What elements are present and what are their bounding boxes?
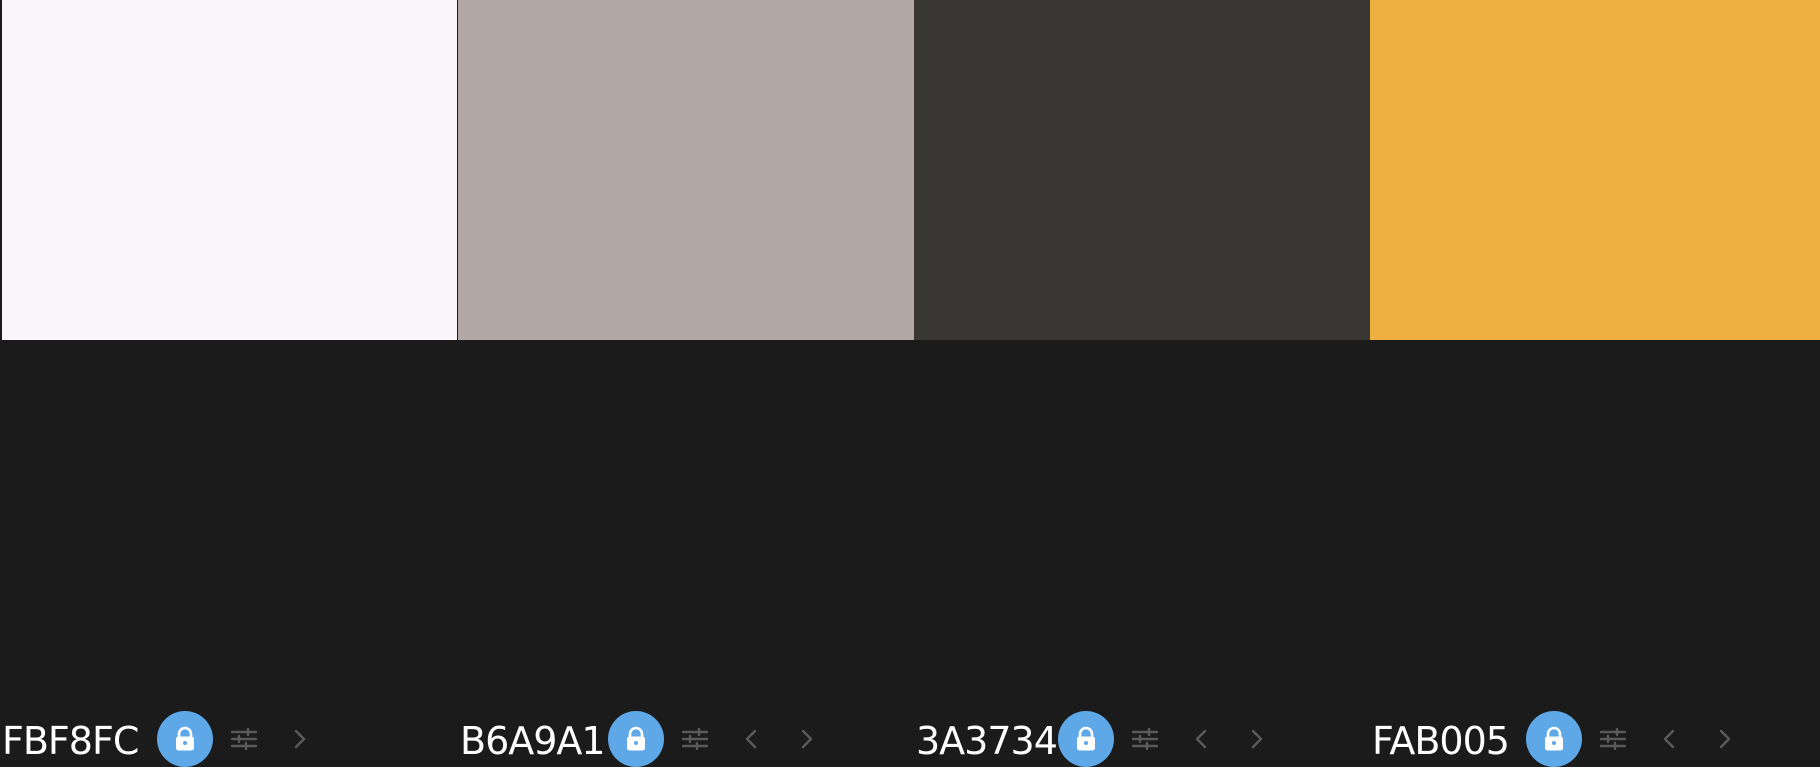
color-swatch[interactable] xyxy=(2,0,457,340)
lock-icon xyxy=(1077,726,1095,751)
adjust-button[interactable] xyxy=(1129,723,1161,755)
move-left-button[interactable] xyxy=(735,723,767,755)
chevron-left-icon xyxy=(1195,729,1207,749)
color-swatch[interactable] xyxy=(1370,0,1820,340)
move-right-button[interactable] xyxy=(1709,723,1741,755)
color-column-3: 3A3734 xyxy=(914,0,1371,767)
adjust-button[interactable] xyxy=(1597,723,1629,755)
adjust-button[interactable] xyxy=(679,723,711,755)
sliders-icon xyxy=(1132,728,1158,750)
color-swatch[interactable] xyxy=(914,0,1370,340)
sliders-icon xyxy=(231,728,257,750)
lock-button[interactable] xyxy=(1526,711,1582,767)
lock-icon xyxy=(627,726,645,751)
color-controls-bar: FAB005 xyxy=(1370,340,1820,767)
move-right-button[interactable] xyxy=(791,723,823,755)
move-left-button[interactable] xyxy=(1653,723,1685,755)
chevron-left-icon xyxy=(1663,729,1675,749)
hex-code-label[interactable]: FAB005 xyxy=(1372,718,1510,764)
chevron-right-icon xyxy=(801,729,813,749)
adjust-button[interactable] xyxy=(228,723,260,755)
hex-code-label[interactable]: FBF8FC xyxy=(2,718,139,764)
color-controls-bar: B6A9A1 xyxy=(458,340,915,767)
color-column-4: FAB005 xyxy=(1370,0,1820,767)
color-column-2: B6A9A1 xyxy=(458,0,915,767)
hex-code-label[interactable]: 3A3734 xyxy=(916,718,1058,764)
move-right-button[interactable] xyxy=(1241,723,1273,755)
move-right-button[interactable] xyxy=(284,723,316,755)
color-controls-bar: FBF8FC xyxy=(0,340,457,767)
lock-button[interactable] xyxy=(157,711,213,767)
chevron-right-icon xyxy=(1719,729,1731,749)
chevron-left-icon xyxy=(745,729,757,749)
sliders-icon xyxy=(1600,728,1626,750)
lock-icon xyxy=(176,726,194,751)
lock-button[interactable] xyxy=(608,711,664,767)
color-column-1: FBF8FC xyxy=(0,0,457,767)
chevron-right-icon xyxy=(294,729,306,749)
color-swatch[interactable] xyxy=(458,0,915,340)
lock-button[interactable] xyxy=(1058,711,1114,767)
color-controls-bar: 3A3734 xyxy=(914,340,1371,767)
chevron-right-icon xyxy=(1251,729,1263,749)
lock-icon xyxy=(1545,726,1563,751)
color-palette: FBF8FC B6A9A1 3A3734 FAB005 xyxy=(0,0,1820,767)
sliders-icon xyxy=(682,728,708,750)
hex-code-label[interactable]: B6A9A1 xyxy=(460,718,606,764)
move-left-button[interactable] xyxy=(1185,723,1217,755)
